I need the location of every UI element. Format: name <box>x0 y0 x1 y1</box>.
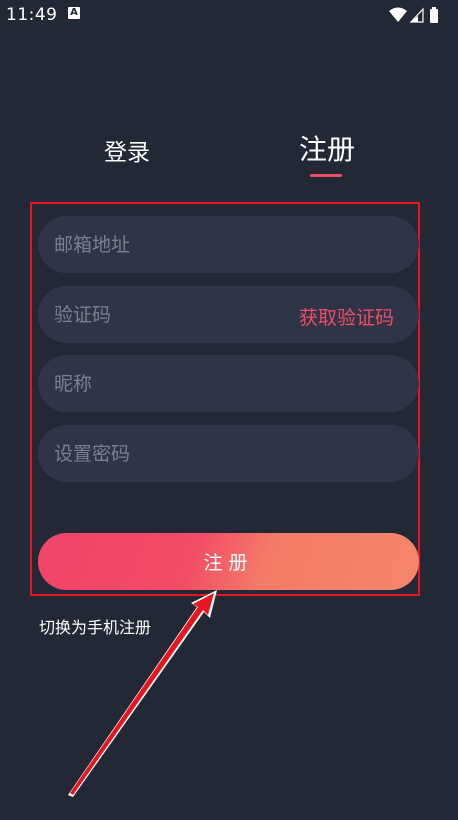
switch-to-phone-register-link[interactable]: 切换为手机注册 <box>39 614 151 638</box>
get-code-button[interactable]: 获取验证码 <box>299 303 394 330</box>
active-tab-indicator <box>310 174 342 177</box>
auth-tabs: 登录 注册 <box>0 125 458 185</box>
notification-a-icon: A <box>68 7 80 19</box>
cellular-signal-icon <box>409 7 424 23</box>
email-field[interactable] <box>54 216 274 273</box>
register-button[interactable]: 注册 <box>38 533 419 590</box>
status-time: 11:49 <box>6 5 58 25</box>
status-icons <box>388 6 448 24</box>
status-bar: 11:49 A <box>0 0 458 30</box>
code-field-container: 获取验证码 <box>38 286 419 343</box>
password-field[interactable] <box>54 425 274 482</box>
tab-login[interactable]: 登录 <box>104 133 150 167</box>
battery-icon <box>430 7 438 23</box>
wifi-icon <box>389 7 407 22</box>
nickname-field-container <box>38 355 419 412</box>
tab-register[interactable]: 注册 <box>299 128 355 168</box>
nickname-field[interactable] <box>54 355 274 412</box>
email-field-container <box>38 216 419 273</box>
password-field-container <box>38 425 419 482</box>
verification-code-field[interactable] <box>54 286 274 343</box>
